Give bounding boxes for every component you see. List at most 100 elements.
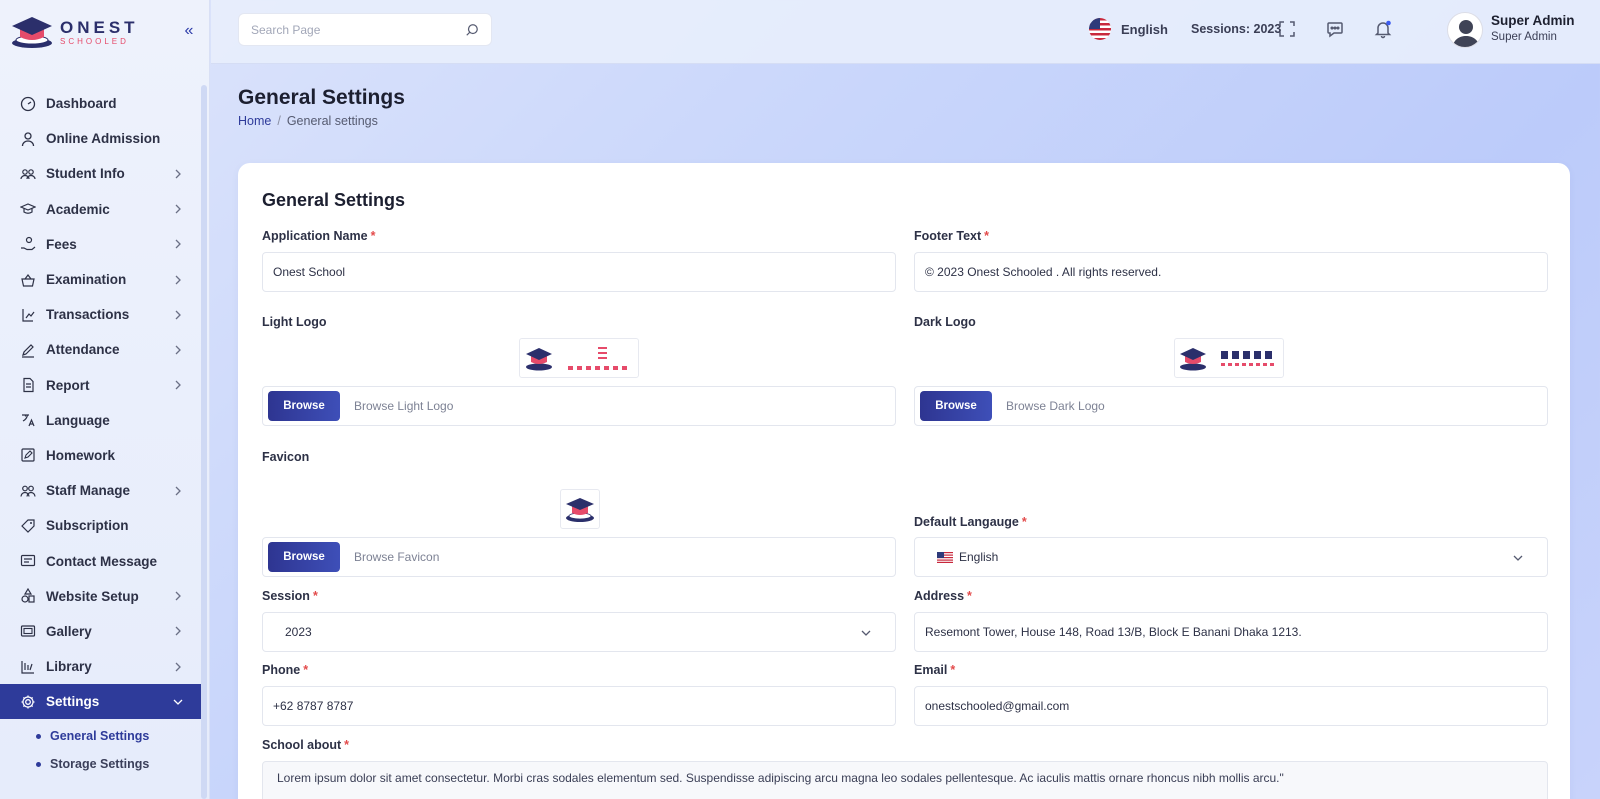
submenu-item-storage-settings[interactable]: Storage Settings: [0, 750, 201, 778]
chevron-right-icon: [175, 310, 181, 320]
breadcrumb-home-link[interactable]: Home: [238, 114, 271, 128]
avatar[interactable]: [1447, 12, 1483, 48]
collapse-sidebar-icon[interactable]: «: [180, 22, 198, 40]
footer-text-input[interactable]: © 2023 Onest Schooled . All rights reser…: [914, 252, 1548, 292]
message-icon: [20, 553, 36, 569]
browse-dark-logo-button[interactable]: Browse: [920, 391, 992, 421]
sidebar-item-label: Library: [46, 659, 92, 675]
users-icon: [20, 166, 36, 182]
search-input[interactable]: [251, 14, 461, 45]
search-icon[interactable]: [465, 23, 479, 37]
search-box: [238, 13, 492, 46]
brand-logo[interactable]: ONEST SCHOOLED: [10, 12, 139, 52]
sidebar-item-dashboard[interactable]: Dashboard: [0, 86, 201, 121]
card-title: General Settings: [262, 190, 406, 210]
chevron-right-icon: [175, 204, 181, 214]
sidebar-item-label: Student Info: [46, 166, 125, 182]
sidebar-item-label: Contact Message: [46, 553, 158, 569]
sidebar-item-settings[interactable]: Settings: [0, 684, 201, 720]
bullet-dot-icon: [36, 733, 41, 739]
chevron-right-icon: [175, 626, 181, 636]
sidebar-item-report[interactable]: Report: [0, 368, 201, 403]
sidebar-item-label: Website Setup: [46, 588, 139, 604]
fullscreen-icon[interactable]: [1277, 19, 1297, 39]
light-logo-image-icon: [526, 347, 627, 371]
footer-text-label: Footer Text *: [914, 229, 990, 243]
sidebar-item-transactions[interactable]: Transactions: [0, 297, 201, 332]
sidebar-item-label: Staff Manage: [46, 483, 131, 499]
app-name-input[interactable]: Onest School: [262, 252, 896, 292]
address-input[interactable]: Resemont Tower, House 148, Road 13/B, Bl…: [914, 612, 1548, 652]
default-language-label: Default Langauge *: [914, 515, 1027, 529]
sidebar-nav: Dashboard Online Admission Student Info Aca…: [0, 86, 201, 720]
sidebar-item-subscription[interactable]: Subscription: [0, 508, 201, 543]
sidebar-item-fees[interactable]: Fees: [0, 227, 201, 262]
school-about-textarea[interactable]: Lorem ipsum dolor sit amet consectetur. …: [262, 761, 1548, 799]
brand-sub: SCHOOLED: [60, 36, 129, 46]
graduation-cap-icon: [20, 201, 36, 217]
email-input[interactable]: onestschooled@gmail.com: [914, 686, 1548, 726]
gallery-icon: [20, 623, 36, 639]
sidebar-item-label: Dashboard: [46, 96, 117, 112]
sidebar-item-label: Examination: [46, 272, 127, 288]
us-flag-icon: [937, 551, 953, 563]
sidebar-item-label: Settings: [46, 694, 100, 710]
light-logo-upload: Browse Browse Light Logo: [262, 386, 896, 426]
graduation-cap-logo-icon: [12, 17, 52, 48]
school-about-label: School about *: [262, 738, 350, 752]
shapes-icon: [20, 588, 36, 604]
chat-icon[interactable]: [1325, 19, 1345, 39]
sidebar-item-academic[interactable]: Academic: [0, 192, 201, 227]
notification-bell-icon[interactable]: [1373, 19, 1393, 39]
default-language-select[interactable]: English: [914, 537, 1548, 577]
sidebar-item-homework[interactable]: Homework: [0, 438, 201, 473]
browse-light-logo-placeholder[interactable]: Browse Light Logo: [354, 399, 453, 413]
sessions-label[interactable]: Sessions: 2023: [1191, 22, 1281, 36]
address-label: Address *: [914, 589, 972, 603]
sidebar: ONEST SCHOOLED « Dashboard Online Admissi…: [0, 0, 210, 799]
sidebar-item-website-setup[interactable]: Website Setup: [0, 579, 201, 614]
sidebar-item-label: Online Admission: [46, 131, 161, 147]
dark-logo-image-icon: [1180, 348, 1274, 371]
sidebar-scrollbar[interactable]: [201, 85, 207, 799]
favicon-upload: Browse Browse Favicon: [262, 537, 896, 577]
browse-favicon-placeholder[interactable]: Browse Favicon: [354, 550, 439, 564]
translate-icon: [20, 412, 36, 428]
hand-coin-icon: [20, 236, 36, 252]
favicon-preview: [560, 489, 600, 529]
user-name[interactable]: Super Admin: [1491, 13, 1575, 28]
language-switcher[interactable]: English: [1089, 18, 1168, 40]
tag-icon: [20, 518, 36, 534]
light-logo-preview: [519, 338, 639, 378]
breadcrumb-current: General settings: [286, 114, 378, 128]
chevron-right-icon: [175, 486, 181, 496]
us-flag-icon: [1089, 18, 1111, 40]
sidebar-item-examination[interactable]: Examination: [0, 262, 201, 297]
sidebar-item-gallery[interactable]: Gallery: [0, 614, 201, 649]
browse-light-logo-button[interactable]: Browse: [268, 391, 340, 421]
general-settings-card: General Settings Application Name * Onest…: [238, 163, 1570, 799]
sidebar-item-language[interactable]: Language: [0, 403, 201, 438]
sidebar-item-attendance[interactable]: Attendance: [0, 332, 201, 367]
sidebar-item-student-info[interactable]: Student Info: [0, 156, 201, 191]
submenu-item-general-settings[interactable]: General Settings: [0, 722, 201, 750]
chevron-right-icon: [175, 380, 181, 390]
user-icon: [20, 131, 36, 147]
sidebar-item-library[interactable]: Library: [0, 649, 201, 684]
session-select[interactable]: 2023: [262, 612, 896, 652]
sidebar-item-label: Report: [46, 377, 90, 393]
favicon-image-icon: [566, 498, 594, 522]
sidebar-item-contact-message[interactable]: Contact Message: [0, 543, 201, 578]
bullet-dot-icon: [36, 761, 41, 767]
sidebar-item-staff-manage[interactable]: Staff Manage: [0, 473, 201, 508]
phone-input[interactable]: +62 8787 8787: [262, 686, 896, 726]
user-role: Super Admin: [1491, 31, 1557, 43]
email-label: Email *: [914, 663, 956, 677]
sidebar-item-label: Language: [46, 412, 110, 428]
browse-dark-logo-placeholder[interactable]: Browse Dark Logo: [1006, 399, 1105, 413]
session-label: Session *: [262, 589, 318, 603]
sidebar-item-online-admission[interactable]: Online Admission: [0, 121, 201, 156]
top-header: English Sessions: 2023 Super Admin Super…: [211, 0, 1600, 64]
browse-favicon-button[interactable]: Browse: [268, 542, 340, 572]
gear-icon: [20, 694, 36, 710]
